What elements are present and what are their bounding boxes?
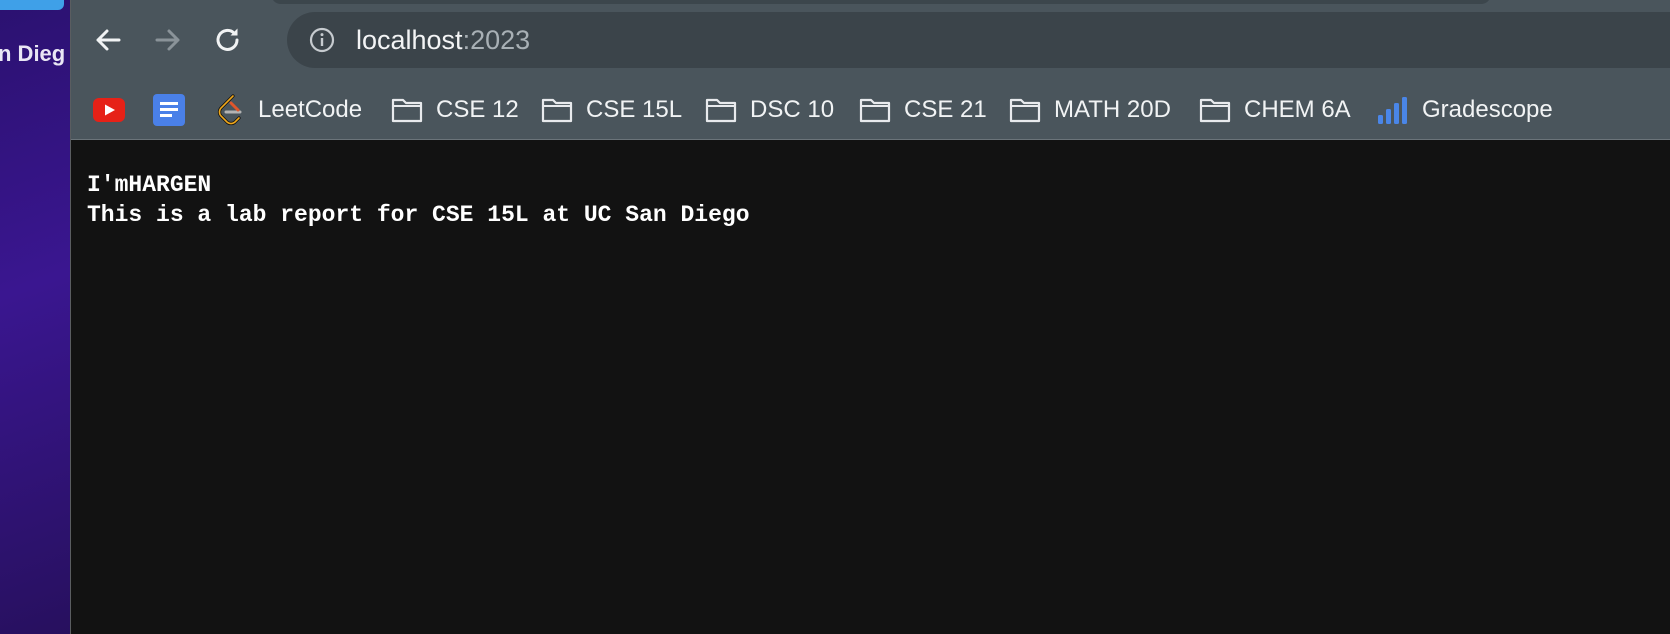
leetcode-icon: [215, 94, 245, 126]
info-icon[interactable]: [309, 27, 335, 53]
forward-button[interactable]: [150, 22, 186, 58]
reload-icon: [216, 28, 239, 51]
desktop-background: n Dieg: [0, 0, 72, 634]
arrow-right-icon: [155, 29, 180, 51]
bookmark-label: CSE 12: [436, 96, 519, 123]
folder-icon: [1009, 97, 1041, 123]
google-docs-icon: [153, 94, 185, 126]
url-host: localhost: [356, 25, 463, 55]
desktop-window-edge: [0, 0, 64, 10]
address-bar[interactable]: localhost:2023: [287, 12, 1670, 68]
gradescope-icon: [1377, 95, 1409, 125]
folder-icon: [1199, 97, 1231, 123]
reload-button[interactable]: [210, 22, 246, 58]
folder-icon: [859, 97, 891, 123]
youtube-icon: [93, 98, 125, 122]
bookmark-label: CSE 15L: [586, 96, 683, 123]
bookmark-label: CSE 21: [904, 96, 987, 123]
folder-icon: [705, 97, 737, 123]
bookmark-google-docs[interactable]: [153, 81, 198, 139]
bookmark-folder-dsc-10[interactable]: DSC 10: [705, 81, 834, 139]
page-line-greeting: I'mHARGEN: [87, 172, 212, 198]
folder-icon: [541, 97, 573, 123]
browser-window: localhost:2023 LeetCode CSE 12 CSE 15L D…: [70, 0, 1670, 634]
tab-strip: [271, 0, 1491, 4]
bookmark-folder-chem-6a[interactable]: CHEM 6A: [1199, 81, 1351, 139]
bookmark-youtube[interactable]: [93, 81, 138, 139]
folder-icon: [391, 97, 423, 123]
browser-toolbar: localhost:2023: [71, 0, 1670, 81]
bookmark-label: Gradescope: [1422, 96, 1553, 123]
background-window-text: n Dieg: [0, 41, 66, 66]
bookmark-folder-cse-21[interactable]: CSE 21: [859, 81, 987, 139]
bookmark-folder-cse-15l[interactable]: CSE 15L: [541, 81, 682, 139]
bookmark-gradescope[interactable]: Gradescope: [1377, 81, 1553, 139]
url-text[interactable]: localhost:2023: [356, 25, 530, 56]
bookmarks-bar: LeetCode CSE 12 CSE 15L DSC 10 CSE 21 MA…: [71, 81, 1670, 140]
bookmark-label: CHEM 6A: [1244, 96, 1351, 123]
url-port: :2023: [462, 25, 531, 55]
bookmark-label: DSC 10: [750, 96, 835, 123]
bookmark-folder-cse-12[interactable]: CSE 12: [391, 81, 519, 139]
page-content: I'mHARGEN This is a lab report for CSE 15…: [87, 170, 750, 230]
page-line-description: This is a lab report for CSE 15L at UC S…: [87, 202, 750, 228]
bookmark-leetcode[interactable]: LeetCode: [215, 81, 362, 139]
back-button[interactable]: [90, 22, 126, 58]
bookmark-folder-math-20d[interactable]: MATH 20D: [1009, 81, 1171, 139]
arrow-left-icon: [96, 29, 121, 51]
bookmark-label: MATH 20D: [1054, 96, 1171, 123]
bookmark-label: LeetCode: [258, 96, 363, 123]
